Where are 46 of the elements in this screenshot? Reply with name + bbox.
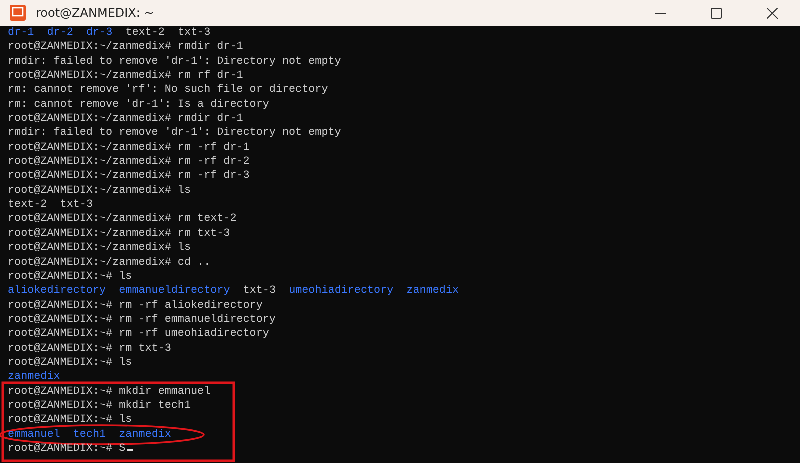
terminal-line: root@ZANMEDIX:~/zanmedix# rm -rf dr-3	[8, 170, 250, 182]
terminal-line: rm: cannot remove 'dr-1': Is a directory	[8, 98, 270, 111]
terminal-line: root@ZANMEDIX:~/zanmedix# rm text-2	[8, 213, 237, 226]
listing-entry: dr-1	[8, 27, 34, 39]
terminal-line: root@ZANMEDIX:~# rm -rf aliokedirectory	[8, 300, 263, 312]
terminal-line: root@ZANMEDIX:~/zanmedix# rmdir dr-1	[8, 113, 244, 126]
listing-entry: umeohiadirectory	[289, 285, 394, 298]
listing-entry: zanmedix	[8, 371, 60, 384]
listing-entry: txt-3	[60, 199, 93, 212]
window-title: root@ZANMEDIX: ~	[36, 6, 154, 20]
terminal-line: root@ZANMEDIX:~/zanmedix# rm txt-3	[8, 228, 230, 240]
listing-entry: txt-3	[243, 285, 276, 298]
terminal-line: root@ZANMEDIX:~/zanmedix# cd ..	[8, 256, 211, 268]
terminal-line: root@ZANMEDIX:~/zanmedix# ls	[8, 184, 191, 197]
terminal-line: root@ZANMEDIX:~# S	[8, 442, 126, 455]
terminal-line: root@ZANMEDIX:~# mkdir emmanuel	[8, 386, 211, 398]
terminal-line: root@ZANMEDIX:~/zanmedix# ls	[8, 242, 191, 254]
listing-entry: dr-3	[86, 27, 113, 39]
listing-entry: zanmedix	[119, 428, 172, 441]
maximize-icon	[710, 8, 722, 18]
terminal-line: root@ZANMEDIX:~# rm -rf emmanueldirectory	[8, 314, 276, 326]
terminal-line: rm: cannot remove 'rf': No such file or directory	[8, 84, 328, 96]
terminal-line: root@ZANMEDIX:~/zanmedix# rm -rf dr-2	[8, 156, 250, 168]
terminal-app-icon	[10, 5, 26, 21]
terminal-line: root@ZANMEDIX:~# ls	[8, 270, 132, 283]
terminal-line: root@ZANMEDIX:~/zanmedix# rm -rf dr-1	[8, 142, 250, 154]
listing-entry: aliokedirectory	[8, 285, 106, 298]
terminal-line: root@ZANMEDIX:~/zanmedix# rmdir dr-1	[8, 41, 244, 54]
cursor	[126, 448, 133, 451]
listing-entry: zanmedix	[406, 285, 460, 298]
close-icon	[766, 8, 778, 18]
listing-entry: txt-3	[178, 27, 211, 39]
terminal-line: root@ZANMEDIX:~/zanmedix# rm rf dr-1	[8, 70, 244, 82]
listing-entry: text-2	[126, 27, 165, 39]
listing-entry: tech1	[73, 428, 106, 441]
terminal-line: root@ZANMEDIX:~# rm txt-3	[8, 342, 172, 355]
listing-entry: emmanueldirectory	[119, 285, 230, 298]
listing-entry: emmanuel	[8, 428, 60, 441]
listing-entry: dr-2	[47, 27, 74, 39]
terminal-line: root@ZANMEDIX:~# rm -rf umeohiadirectory	[8, 328, 270, 340]
terminal-line: rmdir: failed to remove 'dr-1': Directory not empty	[8, 127, 342, 140]
terminal-line: root@ZANMEDIX:~# ls	[8, 414, 132, 426]
terminal-line: rmdir: failed to remove 'dr-1': Directory not empty	[8, 56, 342, 68]
terminal-line: root@ZANMEDIX:~# mkdir tech1	[8, 400, 191, 412]
listing-entry: text-2	[8, 199, 48, 212]
terminal-line: root@ZANMEDIX:~# ls	[8, 356, 132, 369]
